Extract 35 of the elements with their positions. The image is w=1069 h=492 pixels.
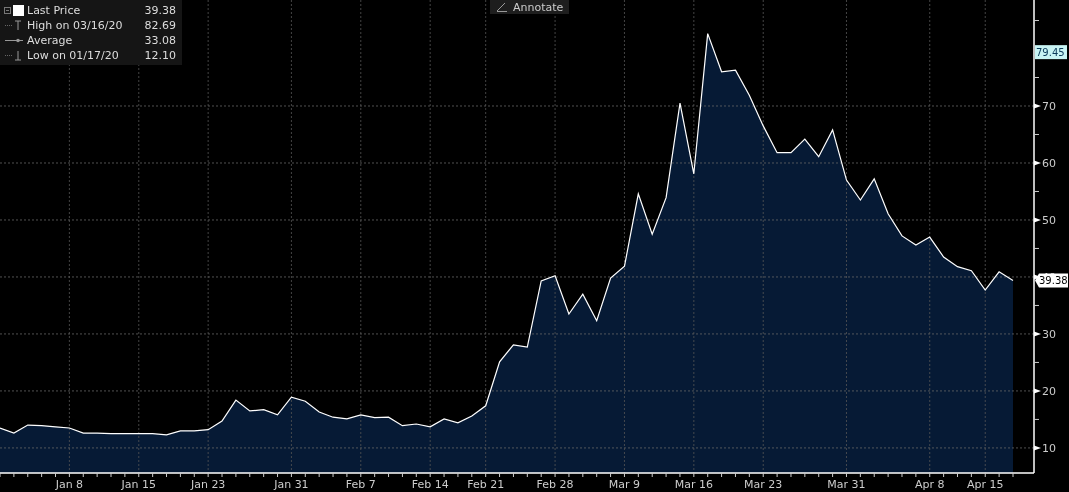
axis-label: Mar 23 [744, 478, 783, 491]
legend-value: 39.38 [143, 3, 176, 17]
axis-label: Feb 21 [467, 478, 505, 491]
axis-label: 50 [1042, 213, 1056, 227]
legend-label: Last Price [27, 3, 82, 17]
axis-label: Apr 15 [967, 478, 1004, 491]
axis-label: Feb 7 [345, 478, 376, 491]
axis-label: Mar 9 [608, 478, 641, 491]
value-tag: 79.45 [1035, 45, 1067, 60]
legend-label: High on 03/16/20 [27, 18, 124, 32]
pencil-icon [496, 2, 508, 12]
legend-value: 82.69 [143, 18, 176, 32]
legend-value: 12.10 [143, 48, 176, 62]
axis-label: Jan 8 [55, 478, 84, 491]
legend-value: 33.08 [143, 33, 176, 47]
axis-label: 20 [1042, 384, 1056, 398]
legend-label: Average [27, 33, 74, 47]
axis-label: 70 [1042, 100, 1056, 113]
inverted-t-bar-icon [4, 49, 24, 61]
axis-label: Apr 8 [914, 478, 945, 491]
axis-label: Feb 28 [536, 478, 574, 491]
axis-label: Jan 31 [274, 478, 309, 491]
annotation: 39.38 [1039, 275, 1068, 287]
axis-label: Feb 14 [411, 478, 449, 491]
axis-label: Jan 23 [190, 478, 226, 491]
axis-label: 60 [1042, 157, 1056, 170]
axis-label: Jan 15 [121, 478, 156, 491]
axis-label: 30 [1042, 327, 1056, 341]
legend-label: Low on 01/17/20 [27, 48, 120, 62]
t-bar-icon [4, 19, 24, 31]
axis-label: Mar 16 [674, 478, 713, 491]
annotate-button[interactable]: Annotate [490, 0, 570, 14]
collapse-box-square-icon [4, 4, 24, 16]
axis-label: Mar 31 [827, 478, 866, 491]
axis-label: 10 [1042, 441, 1056, 455]
